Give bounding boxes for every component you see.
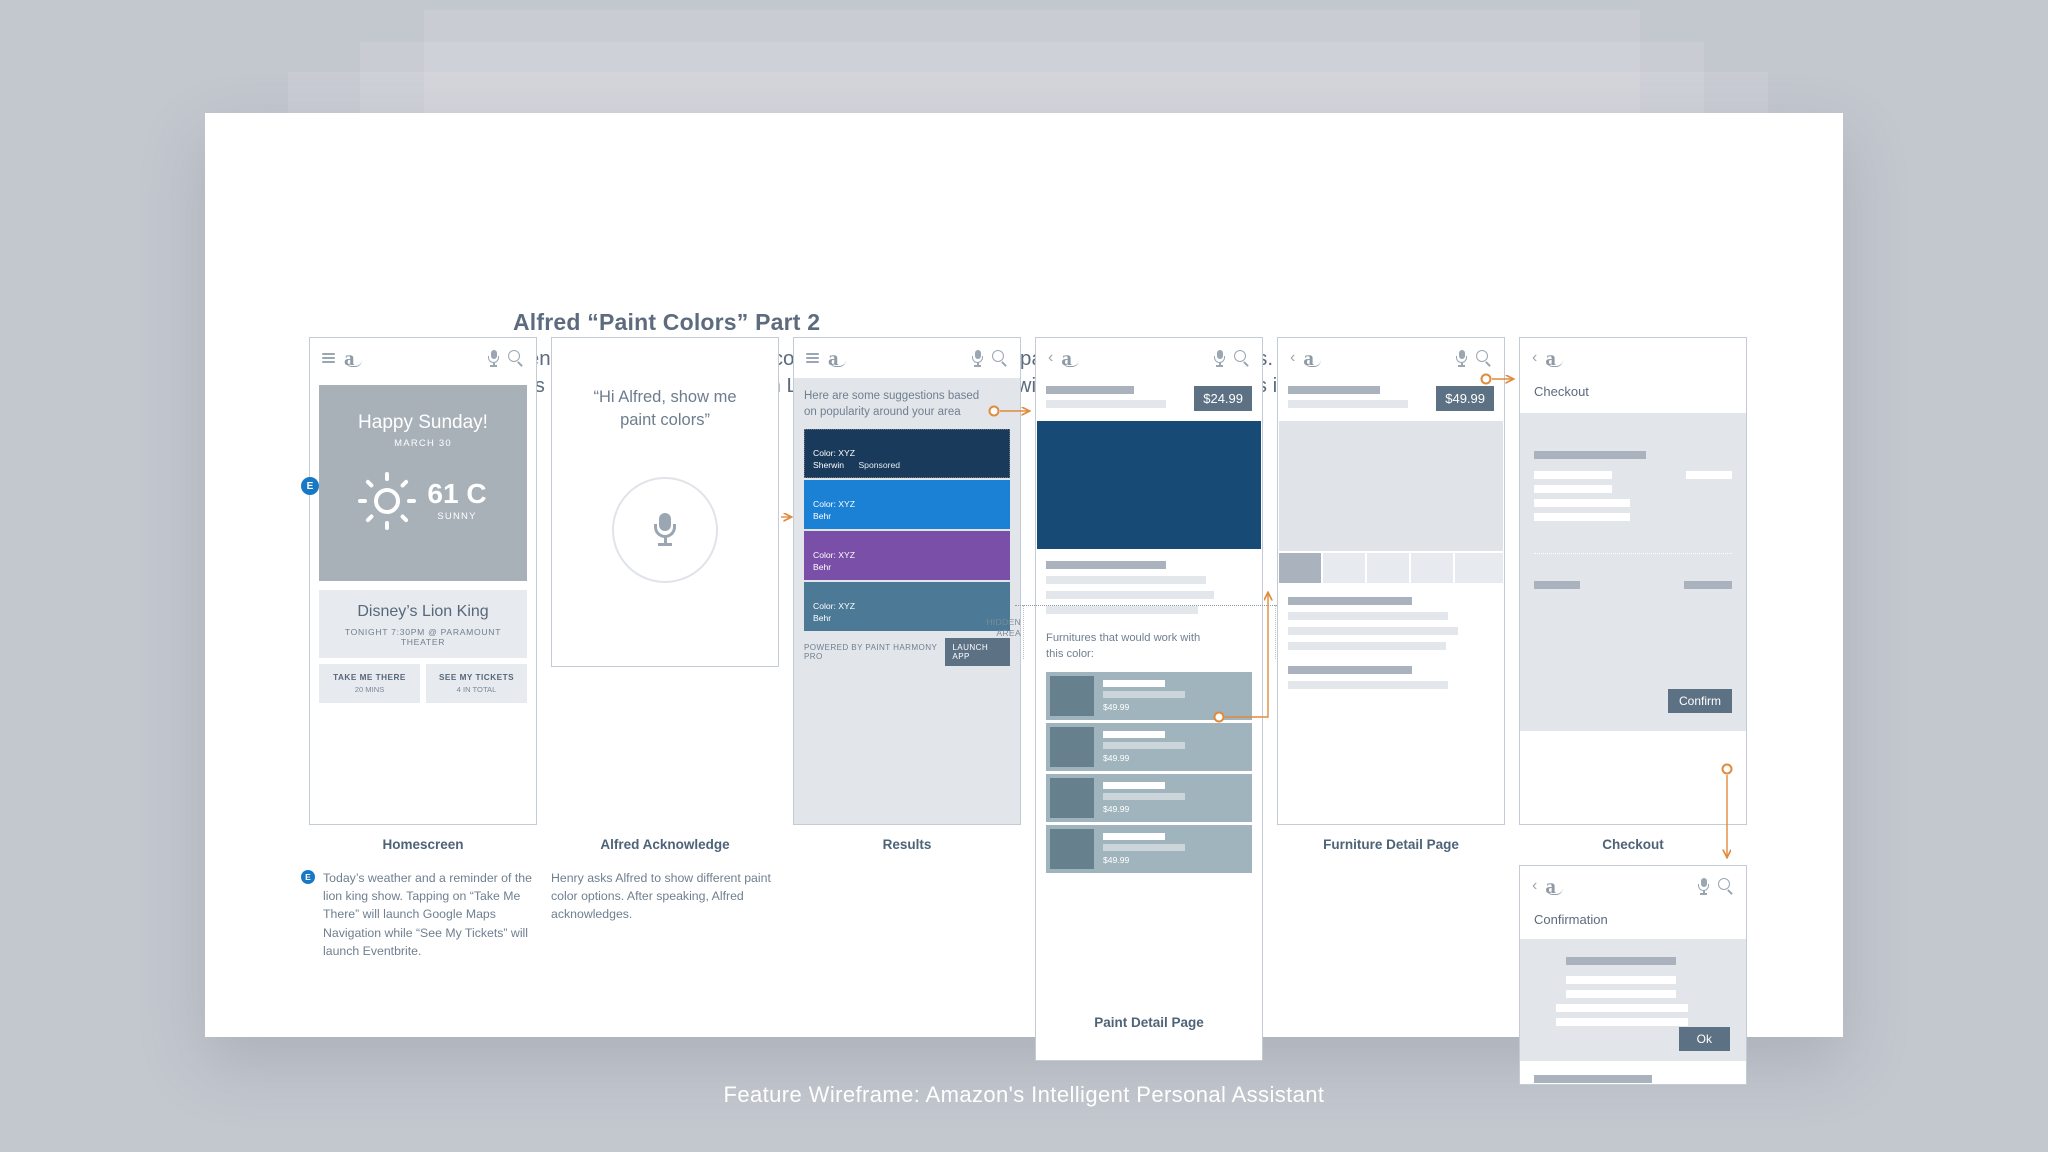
slide-card: Alfred “Paint Colors” Part 2 Henry wants… (205, 113, 1843, 1085)
connector-node-furniture (1213, 711, 1225, 723)
footer-title: Feature Wireframe: Amazon's Intelligent … (723, 1081, 1325, 1107)
footer-bar: Feature Wireframe: Amazon's Intelligent … (0, 1037, 2048, 1152)
connector-node-confirm (1721, 763, 1733, 775)
connector-node-swatch (988, 405, 1000, 417)
wireframe-canvas: Alfred “Paint Colors” Part 2 Henry wants… (0, 0, 2048, 1152)
connector-furniture-to-detail (1225, 593, 1268, 718)
connector-node-price (1480, 373, 1492, 385)
flow-connectors (781, 373, 1733, 1037)
